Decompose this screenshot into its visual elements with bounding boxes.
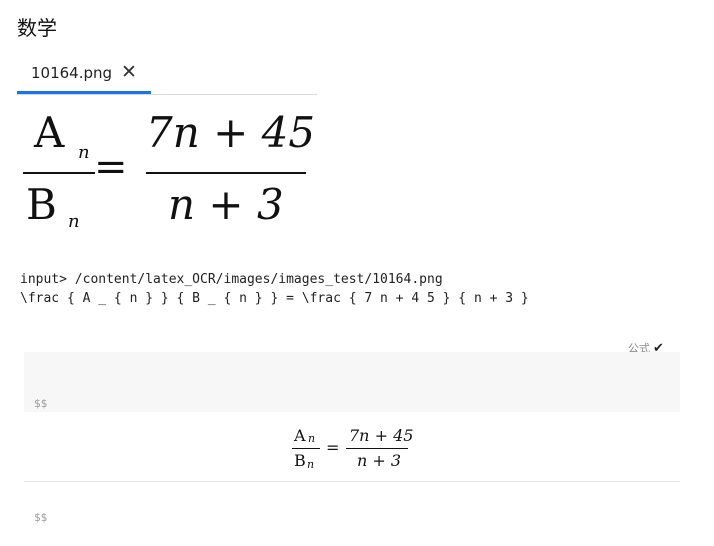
formula-equals: = — [94, 144, 128, 190]
latex-code-block[interactable]: $$ \frac { A _ { n } } { B _ { n } } = \… — [24, 352, 680, 524]
console-input-line: input> /content/latex_OCR/images/images_… — [20, 272, 443, 287]
rendered-denominator-sub: n — [307, 458, 315, 471]
formula-denominator-var: B — [26, 180, 57, 229]
code-open-delimiter: $$ — [34, 397, 48, 410]
formula-denominator-sub: n — [68, 211, 80, 232]
page-title: 数学 — [17, 16, 57, 40]
console-output: input> /content/latex_OCR/images/images_… — [20, 270, 680, 308]
formula-fraction-bar-left — [23, 172, 95, 174]
console-latex-output: \frac { A _ { n } } { B _ { n } } = \fra… — [20, 291, 529, 306]
rendered-rhs-denominator: n + 3 — [357, 451, 402, 470]
tab-image-file[interactable]: 10164.png ✕ — [17, 58, 151, 94]
code-close-delimiter: $$ — [34, 511, 48, 524]
tab-label[interactable]: 10164.png — [31, 64, 112, 82]
formula-rhs-denominator: n + 3 — [168, 180, 284, 229]
rendered-formula: A n B n = 7n + 45 n + 3 — [24, 414, 680, 482]
rendered-denominator-var: B — [294, 451, 306, 470]
rendered-rhs-numerator: 7n + 45 — [349, 426, 414, 445]
tab-divider — [17, 94, 317, 95]
formula-rhs-numerator: 7n + 45 — [146, 108, 316, 157]
rendered-equals: = — [326, 438, 340, 457]
formula-fraction-bar-right — [146, 172, 306, 174]
rendered-fraction-bar-left — [292, 448, 320, 449]
formula-image: A n B n = 7n + 45 n + 3 — [18, 108, 318, 236]
rendered-numerator-var: A — [294, 426, 306, 445]
rendered-fraction-bar-right — [346, 448, 408, 449]
formula-numerator-sub: n — [78, 142, 90, 163]
close-icon[interactable]: ✕ — [121, 61, 137, 83]
formula-numerator-var: A — [34, 108, 65, 157]
rendered-numerator-sub: n — [308, 432, 316, 445]
